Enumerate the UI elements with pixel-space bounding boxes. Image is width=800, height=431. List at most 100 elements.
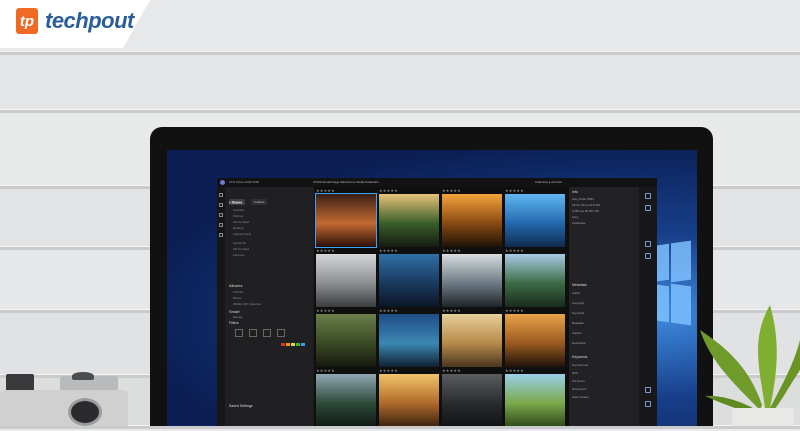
folder-item[interactable]: Captured Sets xyxy=(233,232,251,236)
laptop-screen: ON1 Photo RAW 2018 ON1/Forland/Image Mai… xyxy=(167,150,697,426)
thumbnail-image xyxy=(316,374,376,426)
thumbnail-image xyxy=(442,254,502,307)
info-row: Dimensions xyxy=(572,387,587,391)
info-row: Sony ILCE-7RM3 xyxy=(572,197,594,201)
info-heading[interactable]: Info xyxy=(572,190,578,194)
date-filter-icon[interactable] xyxy=(277,329,285,337)
photo-thumbnail[interactable]: ★★★★★ xyxy=(442,188,502,247)
thumbnail-image xyxy=(442,374,502,426)
smart-item[interactable]: Ratings xyxy=(233,315,242,319)
filter-icon[interactable] xyxy=(645,205,651,211)
browse-icon[interactable] xyxy=(219,193,223,197)
develop-icon[interactable] xyxy=(219,203,223,207)
photo-thumbnail[interactable]: ★★★★★ xyxy=(316,308,376,367)
folder-item[interactable]: ON1 Forland xyxy=(233,220,249,224)
camera-shutter xyxy=(72,372,94,380)
thumbnail-image xyxy=(379,314,439,367)
color-label-yellow[interactable] xyxy=(291,343,295,346)
photo-thumbnail[interactable]: ★★★★★ xyxy=(379,188,439,247)
info-row: Author xyxy=(572,291,581,295)
saved-settings-heading[interactable]: Saved Settings xyxy=(229,404,253,408)
thumbnail-image xyxy=(379,194,439,247)
thumbnail-image xyxy=(316,314,376,367)
search-icon[interactable] xyxy=(645,193,651,199)
breadcrumb[interactable]: ON1/Forland/Image Main/Home Studio/Colle… xyxy=(313,180,379,184)
left-tabs: Browse Folders xyxy=(229,190,269,205)
albums-heading[interactable]: Albums xyxy=(229,283,242,288)
thumbnail-image xyxy=(316,254,376,307)
photo-thumbnail[interactable]: ★★★★★ xyxy=(379,248,439,307)
color-label-green[interactable] xyxy=(296,343,300,346)
tool-strip xyxy=(217,187,225,426)
color-label-blue[interactable] xyxy=(301,343,305,346)
folder-item[interactable]: Favorites xyxy=(233,208,245,212)
info-row: GPS xyxy=(572,371,578,375)
info-row: Landscape xyxy=(572,221,586,225)
thumbnail-image xyxy=(379,254,439,307)
effects-icon[interactable] xyxy=(219,213,223,217)
photo-thumbnail[interactable]: ★★★★★ xyxy=(442,368,502,426)
folder-item[interactable]: Desktop xyxy=(233,226,243,230)
app-title: ON1 Photo RAW 2018 xyxy=(229,180,260,184)
photo-thumbnail[interactable]: ★★★★★ xyxy=(316,248,376,307)
album-item[interactable]: iPhone xyxy=(233,296,242,300)
folders-heading[interactable]: Folders xyxy=(229,200,242,205)
resize-icon[interactable] xyxy=(219,233,223,237)
smart-heading[interactable]: Smart xyxy=(229,309,240,314)
preset-icon[interactable] xyxy=(645,241,651,247)
brand-name: techpout xyxy=(45,8,134,33)
brand-mark-icon: tp xyxy=(16,8,38,34)
info-panel: Info Metadata Keywords Sony ILCE-7RM3 FE … xyxy=(569,187,639,426)
thumbnail-image xyxy=(505,374,565,426)
camera-lens xyxy=(68,398,102,426)
keywords-heading[interactable]: Keywords xyxy=(572,355,587,359)
info-row: Sony xyxy=(572,215,579,219)
laptop: ON1 Photo RAW 2018 ON1/Forland/Image Mai… xyxy=(150,127,713,426)
folder-item[interactable]: ON1 Forland xyxy=(233,247,249,251)
photo-thumbnail[interactable]: ★★★★★ xyxy=(315,188,377,248)
photo-thumbnail[interactable]: ★★★★★ xyxy=(505,308,565,367)
thumbnail-image xyxy=(505,254,565,307)
like-filter-icon[interactable] xyxy=(263,329,271,337)
filters-heading[interactable]: Filters xyxy=(229,321,239,325)
info-row: Caption xyxy=(572,331,582,335)
windows-logo xyxy=(651,240,691,326)
title-bar: ON1 Photo RAW 2018 ON1/Forland/Image Mai… xyxy=(217,178,657,187)
info-row: Metadata xyxy=(572,321,584,325)
layers-icon[interactable] xyxy=(219,223,223,227)
tab-folders[interactable]: Folders xyxy=(251,199,268,205)
label-filter-icon[interactable] xyxy=(249,329,257,337)
album-item[interactable]: Portfolio xyxy=(233,290,243,294)
color-label-red[interactable] xyxy=(281,343,285,346)
photo-thumbnail[interactable]: ★★★★★ xyxy=(379,368,439,426)
info-row: Date Created xyxy=(572,395,589,399)
photo-thumbnail[interactable]: ★★★★★ xyxy=(505,368,565,426)
photo-thumbnail[interactable]: ★★★★★ xyxy=(442,248,502,307)
info-row: FE 24-70mm F2.8 GM xyxy=(572,203,600,207)
photo-thumbnail[interactable]: ★★★★★ xyxy=(505,248,565,307)
crop-icon[interactable] xyxy=(645,253,651,259)
module-strip xyxy=(639,187,657,426)
left-panel: Browse Folders Folders Favorites Picture… xyxy=(225,187,313,426)
info-row: Keyword List xyxy=(572,363,589,367)
photo-app-window: ON1 Photo RAW 2018 ON1/Forland/Image Mai… xyxy=(217,178,657,426)
collection-selector[interactable]: Collection ▸ All Gold xyxy=(535,180,562,184)
thumbnail-image xyxy=(315,193,377,248)
color-label-orange[interactable] xyxy=(286,343,290,346)
photo-thumbnail[interactable]: ★★★★★ xyxy=(316,368,376,426)
metadata-heading[interactable]: Metadata xyxy=(572,283,587,287)
thumbnail-image xyxy=(379,374,439,426)
photo-grid: ★★★★★ ★★★★★ ★★★★★ ★★★★★ ★★★★★ ★★★★★ ★★★★★ ★★★★★… xyxy=(314,187,569,426)
export-icon[interactable] xyxy=(645,401,651,407)
info-row: Copyright xyxy=(572,301,584,305)
photo-thumbnail[interactable]: ★★★★★ xyxy=(505,188,565,247)
folder-item[interactable]: Search All xyxy=(233,241,246,245)
folder-item[interactable]: Pictures xyxy=(233,214,243,218)
album-item[interactable]: Wildlife WIP Collection xyxy=(233,302,261,306)
photo-thumbnail[interactable]: ★★★★★ xyxy=(379,308,439,367)
rating-filter-icon[interactable] xyxy=(235,329,243,337)
folder-item[interactable]: Favorites xyxy=(233,253,245,257)
app-icon xyxy=(220,180,225,185)
share-icon[interactable] xyxy=(645,387,651,393)
photo-thumbnail[interactable]: ★★★★★ xyxy=(442,308,502,367)
